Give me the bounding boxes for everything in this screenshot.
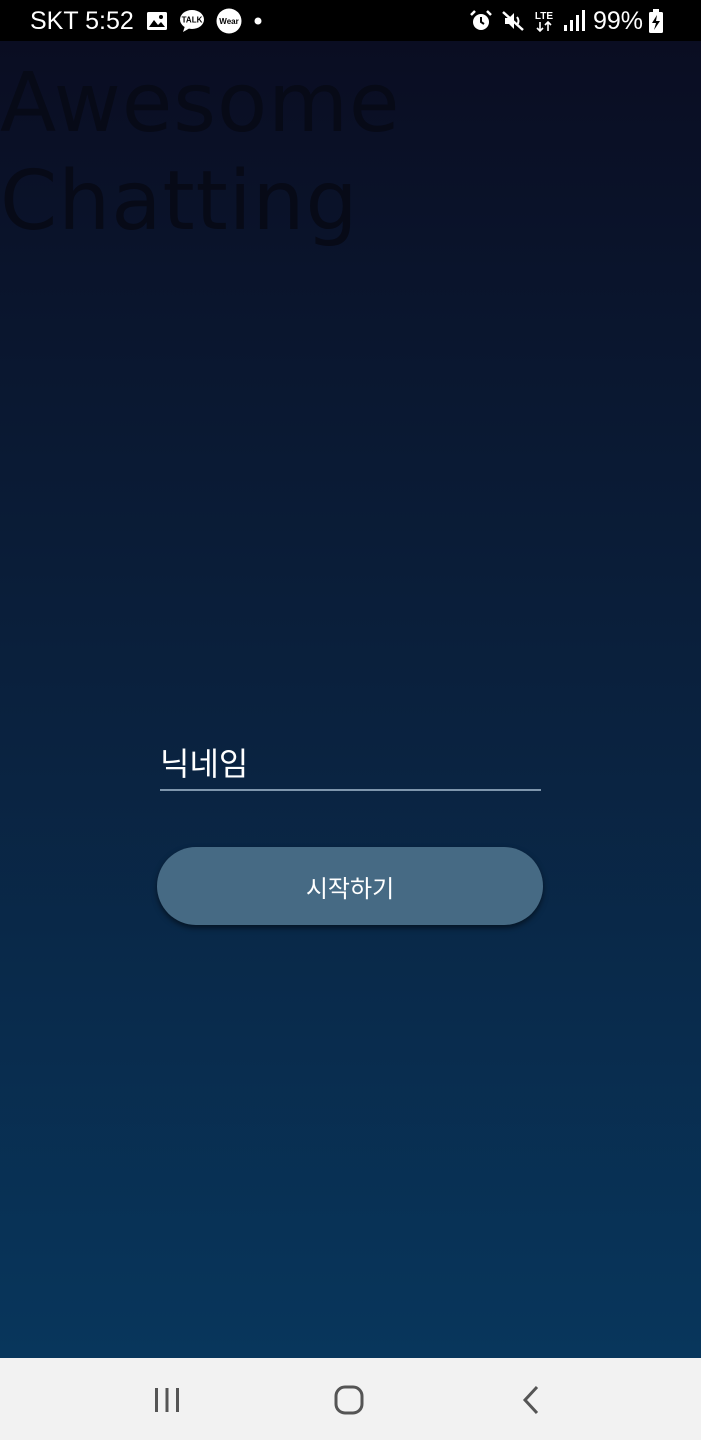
recent-apps-button[interactable] xyxy=(145,1378,189,1422)
dot-icon xyxy=(253,16,263,26)
status-right: LTE 99% xyxy=(469,6,671,36)
nickname-input[interactable] xyxy=(160,739,541,791)
back-icon xyxy=(522,1385,539,1415)
home-icon xyxy=(334,1385,364,1415)
back-button[interactable] xyxy=(509,1378,553,1422)
navigation-bar xyxy=(0,1358,701,1440)
recent-apps-icon xyxy=(155,1388,179,1412)
status-bar: SKT 5:52 TALK Wear LTE 99% xyxy=(0,0,701,41)
mute-icon xyxy=(501,9,525,33)
app-title-line1: Awesome xyxy=(0,56,401,151)
clock: 5:52 xyxy=(85,6,134,35)
battery-percent: 99% xyxy=(592,6,643,35)
status-left: SKT 5:52 TALK Wear xyxy=(30,6,274,36)
wear-icon: Wear xyxy=(216,8,242,34)
alarm-icon xyxy=(469,9,493,33)
signal-icon xyxy=(563,10,585,32)
kakaotalk-icon: TALK xyxy=(179,9,205,33)
carrier-time: SKT 5:52 xyxy=(30,7,134,36)
lte-icon: LTE xyxy=(533,9,555,33)
app-content: Awesome Chatting 시작하기 xyxy=(0,41,701,1358)
home-button[interactable] xyxy=(327,1378,371,1422)
app-title: Awesome Chatting xyxy=(0,55,440,251)
talk-icon-text: TALK xyxy=(181,16,202,25)
gallery-icon xyxy=(146,11,168,31)
start-button[interactable]: 시작하기 xyxy=(157,847,543,925)
lte-text: LTE xyxy=(535,11,553,22)
battery-charging-icon xyxy=(649,9,663,33)
phone-screen: SKT 5:52 TALK Wear LTE 99% Awesome Chatt… xyxy=(0,0,701,1440)
app-title-line2: Chatting xyxy=(0,154,359,249)
wear-icon-text: Wear xyxy=(219,17,238,26)
carrier-label: SKT xyxy=(30,6,79,35)
